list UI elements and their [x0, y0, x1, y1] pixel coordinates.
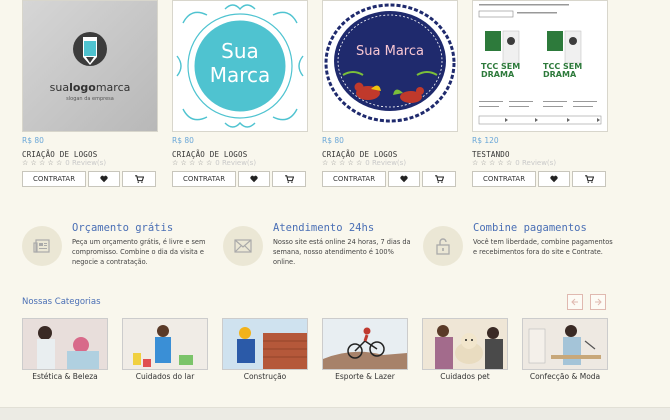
product-name[interactable]: CRIAÇÃO DE LOGOS: [322, 150, 397, 159]
product-name[interactable]: TESTANDO: [472, 150, 510, 159]
star-rating: ☆ ☆ ☆ ☆ ☆ 0 Review(s): [322, 159, 406, 167]
heart-icon: [100, 175, 108, 183]
contratar-button[interactable]: CONTRATAR: [172, 171, 236, 187]
pencil-logo-icon: [73, 32, 107, 66]
category-label: Confecção & Moda: [529, 372, 601, 381]
feature-title: Atendimento 24hs: [273, 222, 375, 234]
review-count: 0 Review(s): [65, 159, 107, 167]
category-label: Cuidados pet: [440, 372, 490, 381]
category-pet[interactable]: Cuidados pet: [422, 318, 508, 381]
star-rating: ☆ ☆ ☆ ☆ ☆ 0 Review(s): [472, 159, 556, 167]
review-count: 0 Review(s): [515, 159, 557, 167]
category-image[interactable]: [122, 318, 208, 370]
product-name[interactable]: CRIAÇÃO DE LOGOS: [22, 150, 97, 159]
cart-button[interactable]: [572, 171, 606, 187]
logo-end-text: marca: [95, 81, 131, 94]
stars-icon: ☆ ☆ ☆ ☆ ☆: [172, 159, 213, 167]
favorite-button[interactable]: [238, 171, 270, 187]
heart-icon: [400, 175, 408, 183]
stars-icon: ☆ ☆ ☆ ☆ ☆: [22, 159, 63, 167]
category-esporte[interactable]: Esporte & Lazer: [322, 318, 408, 381]
product-price: R$ 120: [472, 136, 499, 145]
category-cuidados-lar[interactable]: Cuidados do lar: [122, 318, 208, 381]
chevron-right-icon: [595, 298, 602, 306]
category-image[interactable]: [522, 318, 608, 370]
logo-text: sua: [49, 81, 70, 94]
newspaper-icon: [22, 226, 62, 266]
category-label: Cuidados do lar: [135, 372, 195, 381]
cart-icon: [284, 175, 294, 183]
star-rating: ☆ ☆ ☆ ☆ ☆ 0 Review(s): [22, 159, 106, 167]
categories-heading: Nossas Categorias: [22, 297, 101, 307]
poster-label-2: TCC SEM DRAMA: [543, 62, 583, 79]
chevron-left-icon: [571, 298, 578, 306]
frame-text-line1: Sua: [221, 39, 259, 63]
feature-text: Nosso site está online 24 horas, 7 dias …: [273, 238, 411, 266]
product-name[interactable]: CRIAÇÃO DE LOGOS: [172, 150, 247, 159]
category-image[interactable]: [22, 318, 108, 370]
heart-icon: [250, 175, 258, 183]
carousel-prev-button[interactable]: [567, 294, 583, 310]
category-image[interactable]: [222, 318, 308, 370]
review-count: 0 Review(s): [215, 159, 257, 167]
oval-text: Sua Marca: [356, 44, 424, 59]
star-rating: ☆ ☆ ☆ ☆ ☆ 0 Review(s): [172, 159, 256, 167]
stars-icon: ☆ ☆ ☆ ☆ ☆: [322, 159, 363, 167]
category-label: Construção: [243, 372, 287, 381]
footer-band: [0, 407, 670, 420]
stars-icon: ☆ ☆ ☆ ☆ ☆: [472, 159, 513, 167]
feature-title: Orçamento grátis: [72, 222, 174, 234]
favorite-button[interactable]: [538, 171, 570, 187]
heart-icon: [550, 175, 558, 183]
favorite-button[interactable]: [388, 171, 420, 187]
unlock-icon: [423, 226, 463, 266]
frame-text-line2: Marca: [209, 63, 271, 87]
feature-text: Peça um orçamento grátis, é livre e sem …: [72, 238, 206, 266]
logo-slogan: slogan da empresa: [66, 96, 114, 102]
cart-icon: [134, 175, 144, 183]
cart-button[interactable]: [122, 171, 156, 187]
product-image[interactable]: TCC SEM DRAMA TCC SEM DRAMA: [472, 0, 608, 132]
contratar-button[interactable]: CONTRATAR: [22, 171, 86, 187]
feature-title: Combine pagamentos: [473, 222, 587, 234]
feature-text: Você tem liberdade, combine pagamentos e…: [473, 238, 613, 256]
category-label: Esporte & Lazer: [335, 372, 395, 381]
cart-icon: [434, 175, 444, 183]
product-price: R$ 80: [322, 136, 344, 145]
cart-button[interactable]: [272, 171, 306, 187]
favorite-button[interactable]: [88, 171, 120, 187]
cart-button[interactable]: [422, 171, 456, 187]
envelope-icon: [223, 226, 263, 266]
category-moda[interactable]: Confecção & Moda: [522, 318, 608, 381]
logo-bold-text: logo: [69, 81, 96, 94]
review-count: 0 Review(s): [365, 159, 407, 167]
category-construcao[interactable]: Construção: [222, 318, 308, 381]
product-image[interactable]: Sua Marca: [172, 0, 308, 132]
category-image[interactable]: [322, 318, 408, 370]
product-price: R$ 80: [22, 136, 44, 145]
product-price: R$ 80: [172, 136, 194, 145]
product-image[interactable]: Sua Marca: [322, 0, 458, 132]
carousel-next-button[interactable]: [590, 294, 606, 310]
category-estetica[interactable]: Estética & Beleza: [22, 318, 108, 381]
oval-badge-icon: [323, 1, 457, 131]
poster-label-1: TCC SEM DRAMA: [481, 62, 521, 79]
contratar-button[interactable]: CONTRATAR: [472, 171, 536, 187]
product-image[interactable]: sualogomarca slogan da empresa: [22, 0, 158, 132]
category-image[interactable]: [422, 318, 508, 370]
cart-icon: [584, 175, 594, 183]
category-label: Estética & Beleza: [32, 372, 98, 381]
contratar-button[interactable]: CONTRATAR: [322, 171, 386, 187]
